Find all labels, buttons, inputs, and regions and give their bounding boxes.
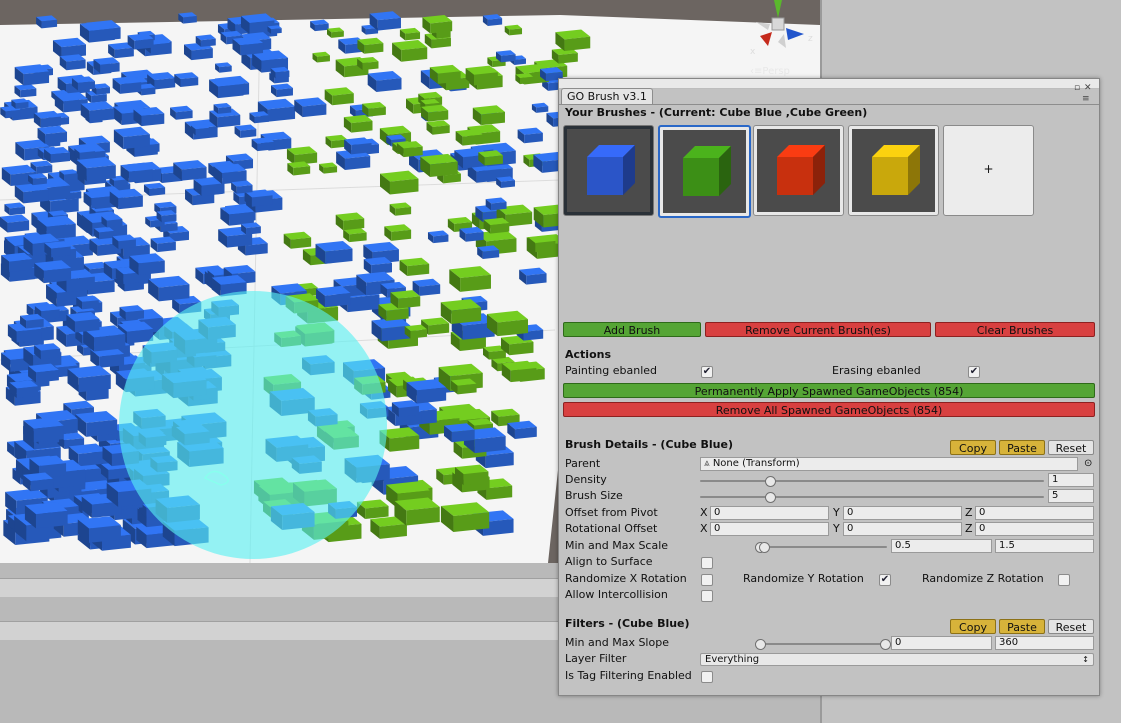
brush-thumb-cube-green[interactable] [658, 125, 751, 218]
brush-size-slider-track[interactable] [700, 496, 1044, 498]
align-label: Align to Surface [565, 555, 653, 568]
scale-max-field[interactable]: 1.5 [995, 539, 1094, 553]
brush-cursor [119, 291, 387, 559]
paste-details-button[interactable]: Paste [999, 440, 1045, 455]
tab-go-brush[interactable]: GO Brush v3.1 [561, 88, 653, 105]
green-cube-icon [683, 146, 731, 196]
offset-z-label: Z [965, 506, 973, 519]
offset-x-label: X [700, 506, 708, 519]
rand-x-checkbox[interactable] [701, 574, 713, 586]
gizmo-z-label: z [808, 34, 813, 44]
erasing-label: Erasing ebanled [832, 364, 921, 377]
density-slider-track[interactable] [700, 480, 1044, 482]
offset-label: Offset from Pivot [565, 506, 658, 519]
rand-y-checkbox[interactable]: ✔ [879, 574, 891, 586]
red-cube-icon [777, 145, 825, 195]
transform-icon: ⩓ [704, 458, 710, 469]
projection-label[interactable]: ‹≡Persp [750, 66, 790, 77]
add-brush-tile[interactable]: + [943, 125, 1034, 216]
rot-z-label: Z [965, 522, 973, 535]
rand-z-checkbox[interactable] [1058, 574, 1070, 586]
gizmo-x-label: x [750, 47, 756, 57]
copy-filters-button[interactable]: Copy [950, 619, 996, 634]
rand-z-label: Randomize Z Rotation [922, 572, 1044, 585]
offset-y-field[interactable]: 0 [843, 506, 962, 520]
painting-label: Painting ebanled [565, 364, 657, 377]
slope-min-knob[interactable] [755, 639, 766, 650]
go-brush-window: GO Brush v3.1 ▫ ✕ ≡ Your Brushes - (Curr… [558, 78, 1100, 696]
brush-size-slider-knob[interactable] [764, 492, 776, 503]
window-menu-icon[interactable]: ≡ [1082, 94, 1090, 104]
slope-min-field[interactable]: 0 [891, 636, 992, 650]
remove-current-brushes-button[interactable]: Remove Current Brush(es) [705, 322, 931, 337]
rotational-offset-label: Rotational Offset [565, 522, 658, 535]
painting-checkbox[interactable]: ✔ [701, 366, 713, 378]
filters-header: Filters - (Cube Blue) [565, 617, 690, 630]
brush-thumb-cube-blue[interactable] [563, 125, 654, 216]
reset-details-button[interactable]: Reset [1048, 440, 1094, 455]
gizmo-z-cone-icon [786, 28, 804, 40]
maximize-icon[interactable]: ▫ [1074, 83, 1080, 93]
gizmo-center-icon [771, 17, 785, 31]
yellow-cube-icon [872, 145, 920, 195]
brush-size-label: Brush Size [565, 489, 623, 502]
tag-filtering-label: Is Tag Filtering Enabled [565, 669, 692, 682]
align-checkbox[interactable] [701, 557, 713, 569]
scale-range-track[interactable] [755, 546, 887, 548]
rot-y-field[interactable]: 0 [843, 522, 962, 536]
rot-z-field[interactable]: 0 [975, 522, 1094, 536]
object-picker-icon[interactable]: ⊙ [1084, 458, 1092, 469]
offset-x-field[interactable]: 0 [710, 506, 829, 520]
offset-y-label: Y [833, 506, 840, 519]
parent-object-field[interactable]: ⩓ None (Transform) [700, 457, 1078, 471]
remove-spawned-button[interactable]: Remove All Spawned GameObjects (854) [563, 402, 1095, 417]
close-icon[interactable]: ✕ [1084, 83, 1092, 93]
clear-brushes-button[interactable]: Clear Brushes [935, 322, 1095, 337]
intercollision-checkbox[interactable] [701, 590, 713, 602]
rot-y-label: Y [833, 522, 840, 535]
dropdown-arrow-icon: ↕ [1082, 655, 1089, 664]
slope-max-knob[interactable] [880, 639, 891, 650]
layer-filter-dropdown[interactable]: Everything ↕ [700, 653, 1094, 666]
copy-details-button[interactable]: Copy [950, 440, 996, 455]
gizmo-y-cone-icon [774, 0, 782, 18]
slope-max-field[interactable]: 360 [995, 636, 1094, 650]
plus-icon: + [983, 162, 994, 176]
tag-filtering-checkbox[interactable] [701, 671, 713, 683]
gizmo-x-cone-icon [760, 32, 772, 46]
intercollision-label: Allow Intercollision [565, 588, 668, 601]
blue-cube-icon [587, 145, 635, 195]
layer-filter-label: Layer Filter [565, 652, 627, 665]
apply-spawned-button[interactable]: Permanently Apply Spawned GameObjects (8… [563, 383, 1095, 398]
scale-max-knob[interactable] [759, 542, 770, 553]
brush-size-field[interactable]: 5 [1048, 489, 1094, 503]
actions-header: Actions [565, 348, 611, 361]
offset-z-field[interactable]: 0 [975, 506, 1094, 520]
paste-filters-button[interactable]: Paste [999, 619, 1045, 634]
scale-label: Min and Max Scale [565, 539, 669, 552]
rot-x-field[interactable]: 0 [710, 522, 829, 536]
brushes-header: Your Brushes - (Current: Cube Blue ,Cube… [565, 106, 868, 119]
erasing-checkbox[interactable]: ✔ [968, 366, 980, 378]
density-label: Density [565, 473, 607, 486]
rot-x-label: X [700, 522, 708, 535]
density-slider-knob[interactable] [764, 476, 776, 487]
brush-thumb-cube-red[interactable] [753, 125, 844, 216]
density-field[interactable]: 1 [1048, 473, 1094, 487]
brush-details-header: Brush Details - (Cube Blue) [565, 438, 734, 451]
brush-thumb-cube-yellow[interactable] [848, 125, 939, 216]
rand-x-label: Randomize X Rotation [565, 572, 687, 585]
parent-label: Parent [565, 457, 601, 470]
add-brush-button[interactable]: Add Brush [563, 322, 701, 337]
reset-filters-button[interactable]: Reset [1048, 619, 1094, 634]
slope-range-track[interactable] [755, 643, 887, 645]
rand-y-label: Randomize Y Rotation [743, 572, 864, 585]
scale-min-field[interactable]: 0.5 [891, 539, 992, 553]
slope-label: Min and Max Slope [565, 636, 669, 649]
